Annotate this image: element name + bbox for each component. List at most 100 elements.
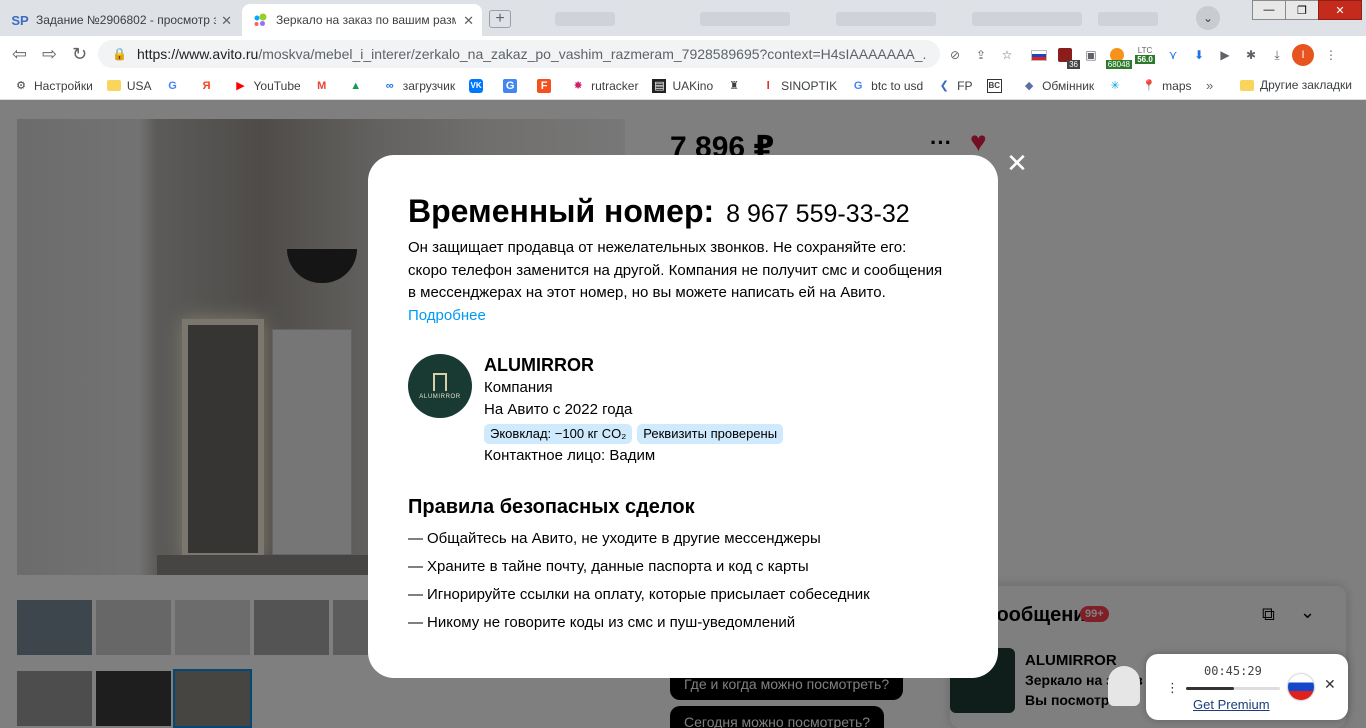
- window-close-button[interactable]: ✕: [1318, 0, 1362, 20]
- bookmark-exchanger[interactable]: ◆ Обмінник: [1022, 79, 1094, 93]
- modal-close-button[interactable]: ✕: [1004, 150, 1030, 176]
- folder-icon: [106, 79, 121, 93]
- more-info-link[interactable]: Подробнее: [408, 307, 486, 324]
- extension-shield-icon[interactable]: 36: [1054, 45, 1080, 69]
- browser-menu-icon[interactable]: ⋮: [1320, 45, 1342, 65]
- yandex-icon: Я: [202, 79, 211, 92]
- russia-flag-icon[interactable]: [1288, 674, 1314, 700]
- tab-search-dropdown[interactable]: ⌄: [1196, 6, 1220, 30]
- profile-avatar[interactable]: I: [1292, 44, 1314, 66]
- background-tab[interactable]: [1098, 12, 1158, 26]
- avito-icon: [252, 12, 268, 28]
- map-pin-icon: 📍: [1142, 80, 1156, 92]
- person-icon: ♜: [729, 80, 740, 92]
- modal-description: Он защищает продавца от нежелательных зв…: [408, 239, 943, 324]
- temporary-number-modal: Временный номер: 8 967 559-33-32 Он защи…: [368, 155, 998, 678]
- more-bookmarks-button[interactable]: »: [1206, 78, 1213, 93]
- background-tab[interactable]: [555, 12, 615, 26]
- close-icon[interactable]: ✕: [463, 13, 474, 29]
- tab-title: Зеркало на заказ по вашим разм: [276, 13, 456, 27]
- fp-icon: ❮: [939, 80, 949, 92]
- tab-avito[interactable]: Зеркало на заказ по вашим разм ✕: [242, 4, 482, 36]
- background-tab[interactable]: [972, 12, 1082, 26]
- close-icon[interactable]: ✕: [221, 13, 232, 29]
- ltc-ticker-icon[interactable]: LTC 56.0: [1132, 45, 1158, 65]
- bookmark-f[interactable]: F: [537, 78, 557, 93]
- bookmark-uakino[interactable]: ▤ UAKino: [652, 78, 713, 93]
- bookmark-yandex[interactable]: Я: [200, 79, 220, 93]
- bookmark-figure[interactable]: ♜: [727, 79, 747, 93]
- rule-item: — Общайтесь на Авито, не уходите в другие…: [408, 530, 821, 547]
- bookmark-usa[interactable]: USA: [106, 79, 152, 93]
- other-bookmarks-folder[interactable]: Другие закладки: [1240, 78, 1352, 92]
- address-bar[interactable]: 🔒 https://www.avito.ru/moskva/mebel_i_in…: [98, 40, 940, 68]
- bookmarks-bar: ⚙ Настройки USA G Я ▶ YouTube M ▲ ∞ загрузч…: [0, 72, 1366, 100]
- bookmark-bc[interactable]: BC: [986, 78, 1009, 93]
- window-controls: — ❐ ✕: [1252, 0, 1362, 20]
- bookmark-sinoptik[interactable]: ǀ SINOPTIK: [761, 79, 838, 93]
- seller-info: ALUMIRROR Компания На Авито с 2022 года …: [484, 353, 788, 467]
- bookmark-translate[interactable]: G: [503, 78, 523, 93]
- url-text: https://www.avito.ru/moskva/mebel_i_inte…: [136, 46, 927, 62]
- safe-deal-rules-title: Правила безопасных сделок: [408, 496, 695, 518]
- rule-item: — Игнорируйте ссылки на оплату, которые п…: [408, 586, 870, 603]
- bookmark-maps[interactable]: 📍 maps: [1142, 79, 1191, 93]
- get-premium-link[interactable]: Get Premium: [1193, 697, 1270, 712]
- bookmark-kyivstar[interactable]: ✳: [1108, 79, 1128, 93]
- tab-task[interactable]: SP Задание №2906802 - просмотр з ✕: [0, 4, 240, 36]
- seller-name[interactable]: ALUMIRROR: [484, 353, 788, 377]
- f-icon: F: [537, 78, 552, 93]
- background-tab[interactable]: [836, 12, 936, 26]
- russia-flag-icon[interactable]: [1028, 45, 1050, 65]
- browser-tab-strip: SP Задание №2906802 - просмотр з ✕ Зерка…: [0, 0, 1366, 36]
- phone-number[interactable]: 8 967 559-33-32: [726, 200, 909, 229]
- lock-icon: 🔒: [112, 47, 127, 61]
- background-tab[interactable]: [700, 12, 790, 26]
- vk-icon: VK: [469, 78, 484, 93]
- new-tab-button[interactable]: +: [489, 10, 511, 28]
- rule-item: — Храните в тайне почту, данные паспорта …: [408, 558, 809, 575]
- bookmark-loader[interactable]: ∞ загрузчик: [383, 79, 455, 93]
- terminal-icon[interactable]: ▶: [1214, 45, 1236, 65]
- vpn-icon[interactable]: ⋎: [1162, 45, 1184, 65]
- menu-dots-icon[interactable]: ⋮: [1166, 680, 1179, 696]
- back-button[interactable]: ⇦: [12, 44, 27, 65]
- seller-logo[interactable]: ALUMIRROR: [408, 354, 472, 418]
- download-helper-icon[interactable]: ⬇: [1188, 45, 1210, 65]
- progress-fill: [1186, 687, 1234, 690]
- contact-person: Контактное лицо: Вадим: [484, 447, 656, 464]
- uakino-icon: ▤: [652, 78, 667, 93]
- bookmark-drive[interactable]: ▲: [349, 79, 369, 93]
- title-label: Временный номер:: [408, 193, 715, 229]
- maximize-button[interactable]: ❐: [1285, 0, 1319, 20]
- reload-button[interactable]: ↻: [72, 44, 87, 65]
- bc-icon: BC: [986, 78, 1003, 93]
- share-icon[interactable]: ⇪: [970, 45, 992, 65]
- gear-icon: ⚙: [16, 80, 26, 92]
- eco-badge[interactable]: Эковклад: −100 кг CO₂: [484, 424, 633, 444]
- minimize-button[interactable]: —: [1252, 0, 1286, 20]
- bitcoin-icon[interactable]: 68048: [1105, 45, 1132, 69]
- bookmark-google[interactable]: G: [166, 79, 186, 93]
- briefcase-icon[interactable]: ▣: [1080, 45, 1102, 65]
- site-permissions-icon[interactable]: ⊘: [944, 45, 966, 65]
- infinity-icon: ∞: [385, 79, 394, 92]
- translate-icon: G: [503, 78, 518, 93]
- bookmark-rutracker[interactable]: ✸ rutracker: [571, 79, 638, 93]
- bookmark-btc[interactable]: Gbtc to usd: [851, 79, 923, 93]
- safe-deal-rules-list: — Общайтесь на Авито, не уходите в другие…: [408, 527, 870, 639]
- rutracker-icon: ✸: [573, 80, 583, 92]
- forward-button[interactable]: ⇨: [42, 44, 57, 65]
- bookmark-settings[interactable]: ⚙ Настройки: [14, 79, 93, 93]
- downloads-icon[interactable]: ⤓: [1266, 45, 1288, 65]
- bookmark-vk[interactable]: VK: [469, 78, 489, 93]
- bookmark-star-icon[interactable]: ☆: [996, 45, 1018, 65]
- extensions-puzzle-icon[interactable]: ✱: [1240, 45, 1262, 65]
- bookmark-gmail[interactable]: M: [315, 79, 335, 93]
- bookmark-fp[interactable]: ❮ FP: [937, 79, 973, 93]
- sp-favicon: SP: [11, 12, 29, 28]
- verified-badge[interactable]: Реквизиты проверены: [637, 424, 784, 444]
- assistant-ghost-icon[interactable]: [1108, 666, 1140, 706]
- close-icon[interactable]: ✕: [1324, 676, 1336, 693]
- bookmark-youtube[interactable]: ▶ YouTube: [234, 79, 300, 93]
